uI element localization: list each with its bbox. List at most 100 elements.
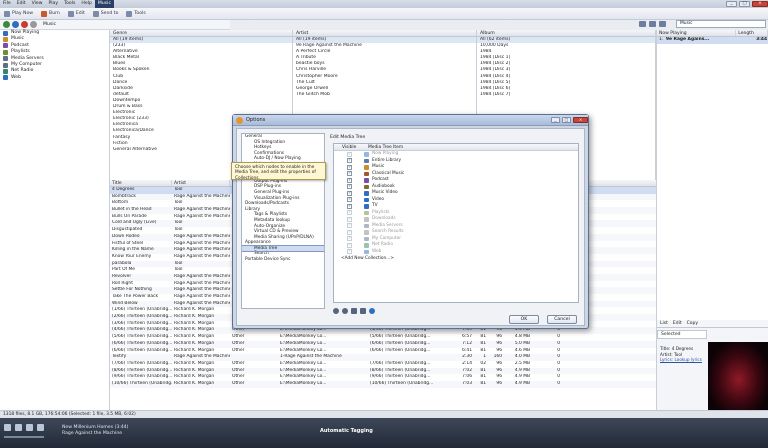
track-cell: (1/66) Thirteen (Unabridg... bbox=[112, 307, 172, 313]
back-icon[interactable] bbox=[3, 21, 10, 28]
length-col[interactable]: Length bbox=[736, 30, 768, 36]
stop-icon[interactable] bbox=[26, 424, 33, 431]
close-button[interactable]: × bbox=[752, 1, 768, 7]
tools-button[interactable]: Tools bbox=[126, 10, 146, 17]
menu-view[interactable]: View bbox=[29, 0, 46, 8]
track-cell: 81 bbox=[480, 334, 486, 340]
now-playing-col[interactable]: Now Playing bbox=[657, 30, 737, 36]
art-view-icon[interactable] bbox=[659, 21, 666, 27]
track-cell: 5.0 MB bbox=[514, 340, 530, 346]
list-view-icon[interactable] bbox=[639, 21, 646, 27]
menu-file[interactable]: File bbox=[0, 0, 14, 8]
visible-checkbox[interactable]: ✓ bbox=[347, 177, 352, 183]
tab-list[interactable]: List bbox=[660, 320, 668, 327]
play-pause-icon[interactable] bbox=[15, 424, 22, 431]
menu-bar: File Edit View Play Tools Help Music _ □… bbox=[0, 0, 768, 8]
track-cell: E:\MediaMonkey Lo... bbox=[280, 340, 327, 346]
delete-icon[interactable] bbox=[360, 308, 366, 314]
track-row[interactable]: (8/66) Thirteen (Unabridg... Richard K. M… bbox=[110, 367, 656, 375]
track-row[interactable]: Textify Rage Against the Machine 1-Rage Ag… bbox=[110, 354, 656, 361]
stop-icon[interactable] bbox=[21, 21, 28, 28]
track-cell: 96 bbox=[496, 340, 502, 346]
tab-copy[interactable]: Copy bbox=[687, 320, 698, 327]
menu-tools[interactable]: Tools bbox=[61, 0, 78, 8]
tab-edit[interactable]: Edit bbox=[673, 320, 682, 327]
track-row[interactable]: (6/66) Thirteen (Unabridg... Richard K. M… bbox=[110, 348, 656, 355]
breadcrumb[interactable]: Music bbox=[43, 22, 56, 27]
menu-help[interactable]: Help bbox=[78, 0, 94, 8]
minimize-button[interactable]: _ bbox=[726, 1, 737, 7]
tree-item[interactable]: Web bbox=[0, 75, 109, 81]
track-cell: 2:14 bbox=[462, 360, 472, 366]
track-row[interactable]: (6/66) Thirteen (Unabridg... Richard K. M… bbox=[110, 340, 656, 348]
search-box[interactable]: Music bbox=[676, 20, 766, 28]
previous-icon[interactable] bbox=[4, 424, 11, 431]
menu-play[interactable]: Play bbox=[46, 0, 62, 8]
track-cell: 0 bbox=[557, 360, 560, 366]
edit-button[interactable]: Edit bbox=[67, 10, 85, 17]
media-node-icon bbox=[364, 223, 369, 228]
track-cell: E:\MediaMonkey Lo... bbox=[280, 360, 327, 366]
now-playing-item[interactable]: 1. 9e Rage Agains... 3:44 bbox=[657, 37, 768, 44]
properties-icon[interactable] bbox=[351, 308, 357, 314]
move-icon[interactable] bbox=[369, 308, 375, 314]
track-cell: 02 bbox=[480, 360, 486, 366]
album-item[interactable]: 1984 [Disc 7] bbox=[477, 92, 655, 98]
artist-header[interactable]: Artist bbox=[293, 30, 476, 37]
track-cell: 81 bbox=[480, 340, 486, 346]
media-node-icon bbox=[364, 165, 369, 170]
now-playing-header: Now Playing Length bbox=[657, 30, 768, 37]
track-row[interactable]: (10/66) Thirteen (Unabridg... Richard K. … bbox=[110, 380, 656, 388]
cancel-button[interactable]: Cancel bbox=[547, 315, 577, 324]
track-row[interactable]: (7/66) Thirteen (Unabridg... Richard K. M… bbox=[110, 361, 656, 368]
media-node-icon bbox=[364, 204, 369, 209]
remove-icon[interactable] bbox=[342, 308, 348, 314]
track-col-header[interactable]: Artist bbox=[172, 180, 230, 186]
tab-selected[interactable]: Selected bbox=[657, 330, 707, 339]
visible-checkbox[interactable]: ✓ bbox=[347, 203, 352, 209]
options-tree-item[interactable]: Portable Device Sync bbox=[242, 257, 324, 263]
grid-view-icon[interactable] bbox=[649, 21, 656, 27]
ok-button[interactable]: OK bbox=[509, 315, 539, 324]
artist-item[interactable]: The Glitch Mob bbox=[293, 92, 476, 98]
add-collection-item[interactable]: <Add New Collection...> bbox=[334, 255, 578, 262]
track-row[interactable]: (9/66) Thirteen (Unabridg... Richard K. M… bbox=[110, 374, 656, 381]
genre-header[interactable]: Genre bbox=[110, 30, 292, 37]
player-artist: Rage Against the Machine bbox=[62, 431, 123, 436]
visible-checkbox[interactable]: ✓ bbox=[347, 158, 352, 164]
menu-music-tab[interactable]: Music bbox=[94, 0, 114, 8]
add-icon[interactable] bbox=[333, 308, 339, 314]
visible-checkbox: ✓ bbox=[347, 229, 352, 235]
visible-checkbox[interactable]: ✓ bbox=[347, 197, 352, 203]
dialog-minimize-button[interactable]: _ bbox=[551, 117, 560, 123]
visible-checkbox[interactable]: ✓ bbox=[347, 184, 352, 190]
album-header[interactable]: Album bbox=[477, 30, 655, 37]
visible-checkbox[interactable]: ✓ bbox=[347, 164, 352, 170]
track-col-header[interactable]: Title bbox=[110, 180, 172, 186]
track-row[interactable]: (5/66) Thirteen (Unabridg... Richard K. M… bbox=[110, 334, 656, 341]
volume-slider[interactable] bbox=[4, 436, 44, 438]
track-cell: (7/66) Thirteen (Unabridg... bbox=[112, 360, 172, 366]
next-icon[interactable] bbox=[37, 424, 44, 431]
visible-checkbox[interactable]: ✓ bbox=[347, 171, 352, 177]
send-to-button[interactable]: Send to bbox=[92, 10, 118, 17]
maximize-button[interactable]: □ bbox=[739, 1, 750, 7]
burn-button[interactable]: Burn bbox=[41, 10, 60, 17]
tree-node-icon bbox=[3, 56, 8, 62]
track-cell: Rage Against the Machine bbox=[174, 300, 230, 306]
visible-checkbox[interactable]: ✓ bbox=[347, 190, 352, 196]
media-tree-item-col[interactable]: Media Tree Item bbox=[364, 144, 403, 150]
lyrics-link[interactable]: Lyrics: Lookup lyrics bbox=[660, 357, 708, 363]
track-cell: Tool bbox=[174, 227, 183, 233]
menu-edit[interactable]: Edit bbox=[14, 0, 29, 8]
home-icon[interactable] bbox=[30, 21, 37, 28]
forward-icon[interactable] bbox=[12, 21, 19, 28]
dialog-maximize-button[interactable]: □ bbox=[562, 117, 571, 123]
navigation-bar: Music bbox=[0, 20, 230, 30]
track-cell: 7:03 bbox=[462, 380, 472, 386]
play-now-button[interactable]: Play Now bbox=[4, 10, 33, 17]
dialog-close-button[interactable]: × bbox=[573, 117, 588, 123]
visible-col[interactable]: Visible bbox=[334, 144, 364, 150]
track-cell: Richard K. Morgan bbox=[174, 340, 215, 346]
track-cell: (6/66) Thirteen (Unabridg... bbox=[370, 340, 431, 346]
